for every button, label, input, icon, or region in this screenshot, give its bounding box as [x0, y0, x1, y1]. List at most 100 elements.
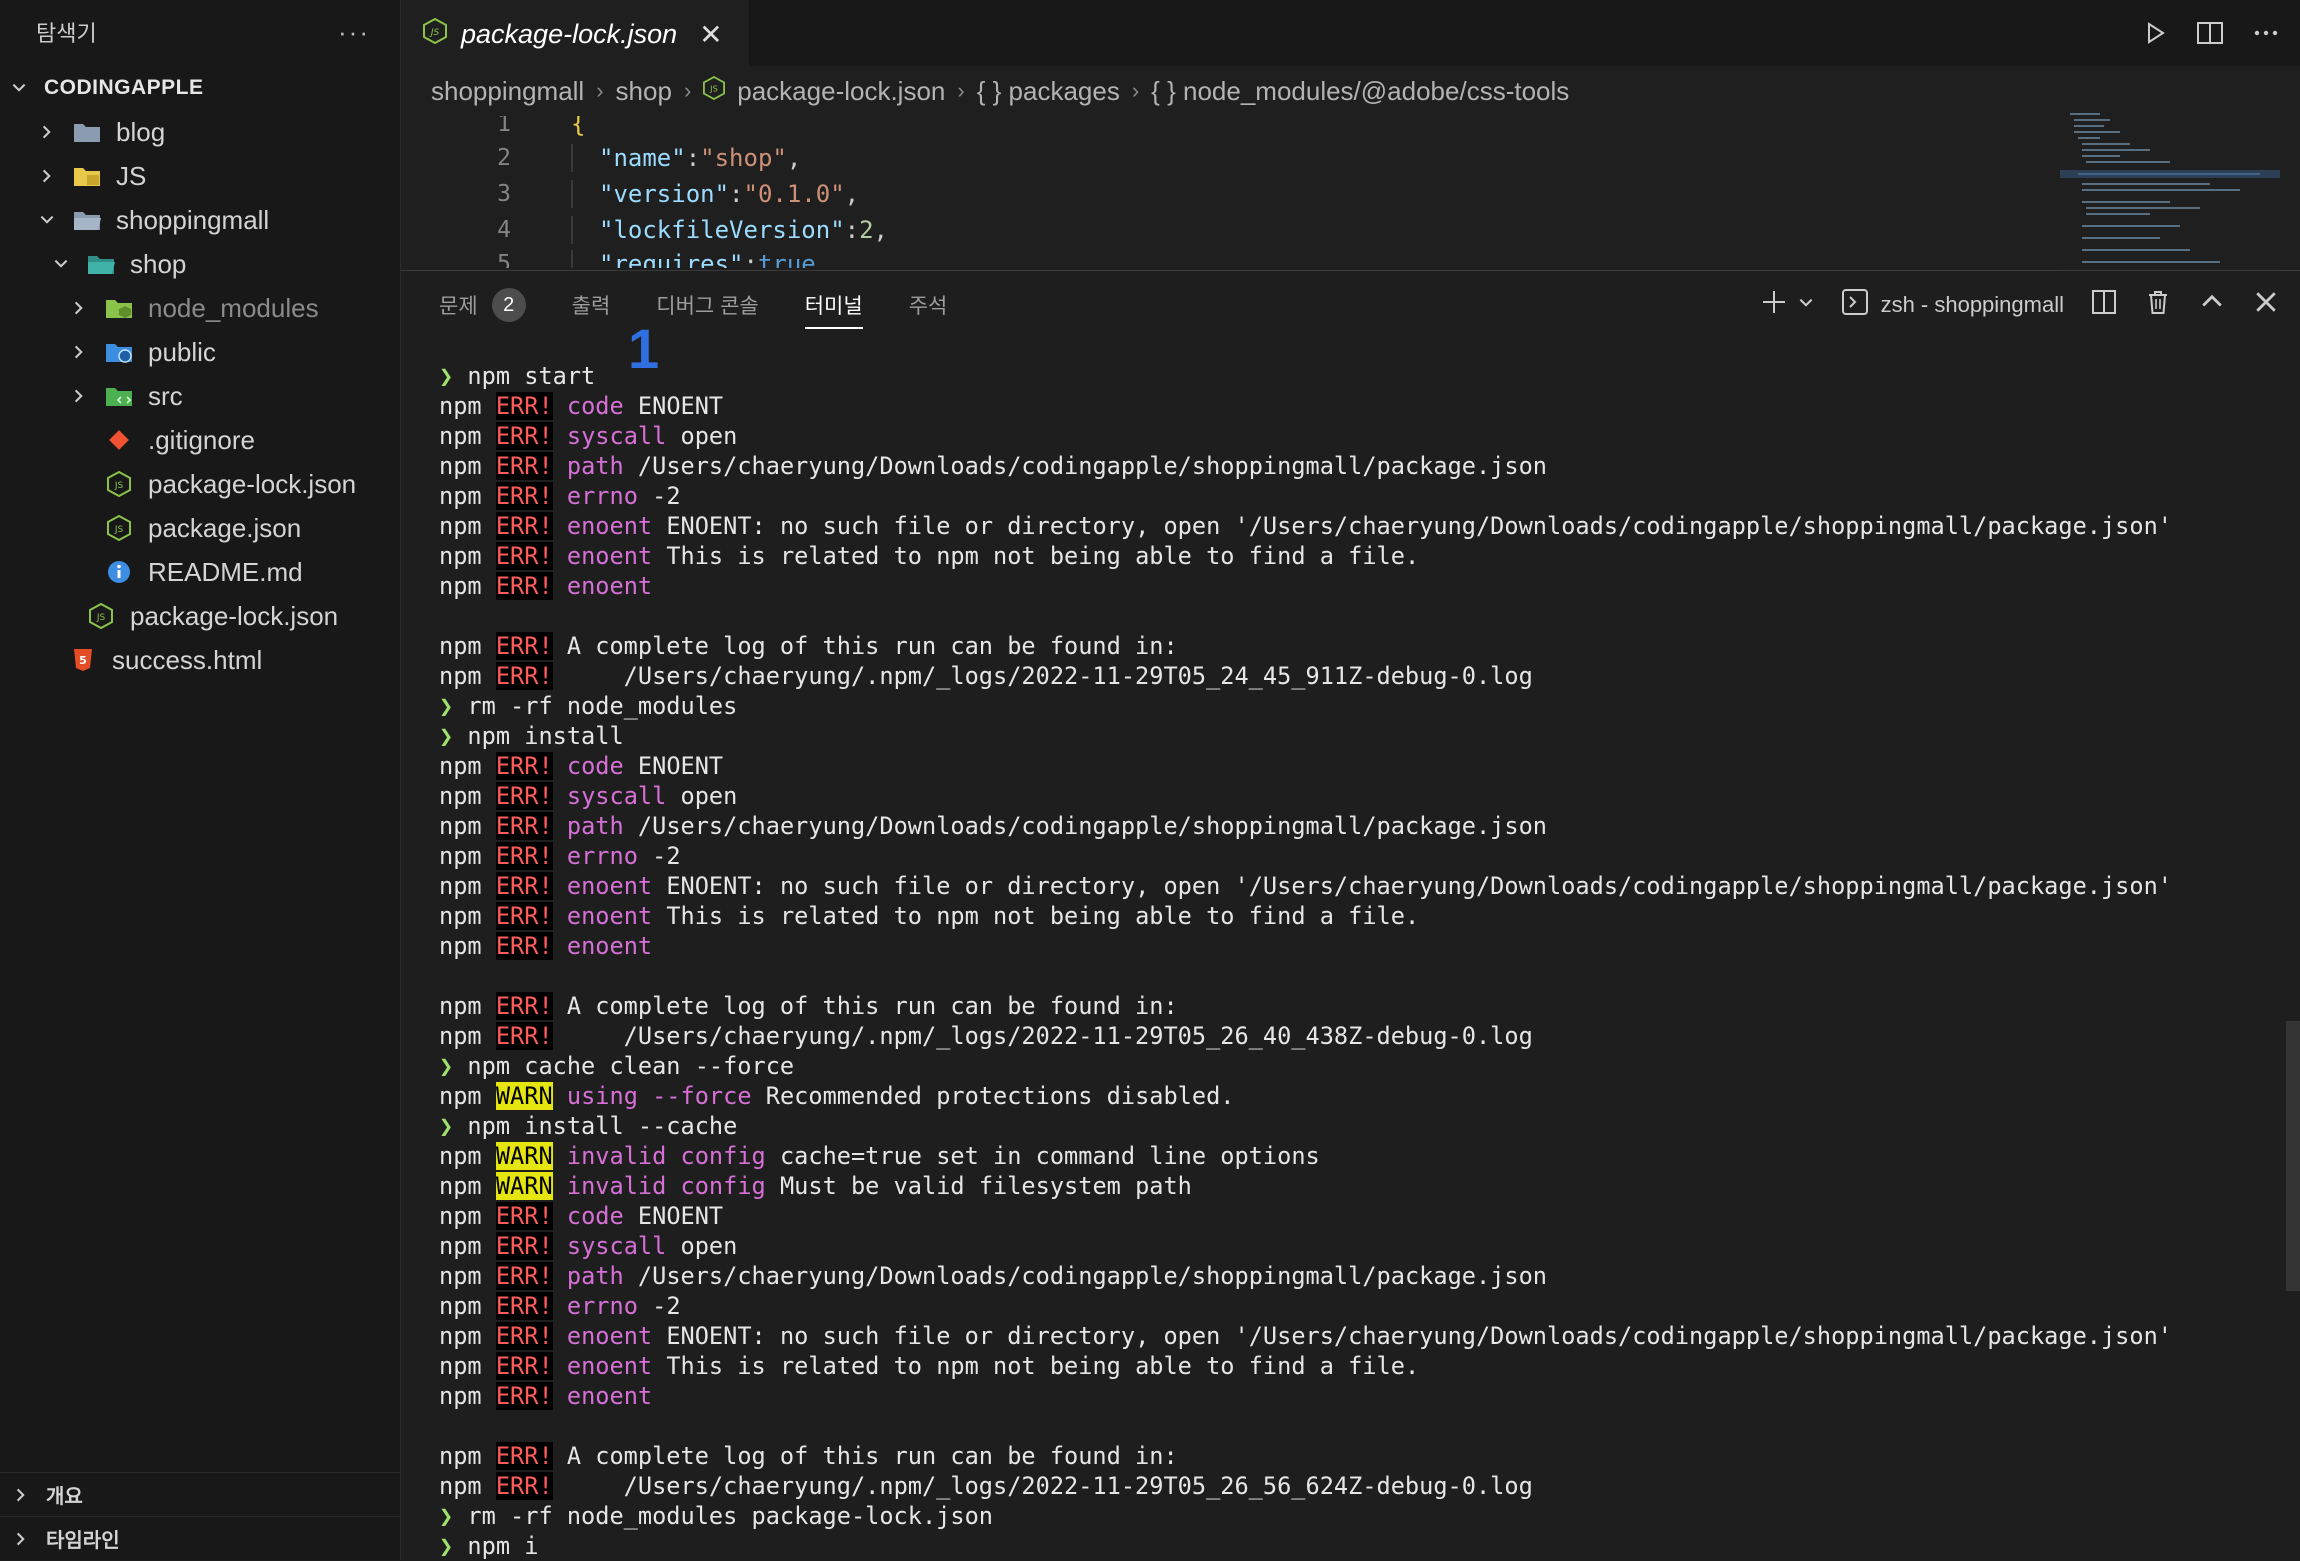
tree-item-shop[interactable]: shop: [0, 242, 400, 286]
err-tag: ERR!: [495, 662, 553, 690]
panel-actions: zsh - shoppingmall: [1759, 271, 2280, 339]
breadcrumb-item[interactable]: { } packages: [977, 76, 1120, 107]
code-line: 5 "requires": true,: [401, 246, 2300, 268]
line-number: 3: [497, 181, 511, 207]
err-tag: ERR!: [495, 572, 553, 600]
chevron-right-icon: [68, 297, 90, 319]
terminal-line: npm ERR! /Users/chaeryung/.npm/_logs/202…: [439, 661, 2260, 691]
err-message: open: [666, 1232, 738, 1260]
tab-debug-console[interactable]: 디버그 콘솔: [656, 271, 758, 339]
svg-text:JS: JS: [709, 83, 718, 93]
terminal-output[interactable]: ❯ npm start npm ERR! code ENOENT npm ERR! …: [439, 361, 2260, 1561]
tree-item-public[interactable]: public: [0, 330, 400, 374]
err-tag: ERR!: [495, 812, 553, 840]
tab-problems[interactable]: 문제 2: [439, 271, 526, 339]
tab-comments[interactable]: 주석: [909, 271, 948, 339]
node-folder-icon: [104, 295, 134, 321]
trash-icon[interactable]: [2144, 288, 2172, 322]
node-js-icon: JS: [86, 603, 116, 629]
close-panel-icon[interactable]: [2252, 288, 2280, 322]
breadcrumb-item[interactable]: { } node_modules/@adobe/css-tools: [1151, 76, 1569, 107]
npm-prefix: npm: [439, 542, 496, 570]
err-key: code: [566, 752, 624, 780]
command-text: npm cache clean --force: [467, 1052, 795, 1080]
split-editor-icon[interactable]: [2196, 20, 2224, 46]
terminal-line: npm ERR! enoent: [439, 931, 2260, 961]
maximize-panel-icon[interactable]: [2198, 288, 2226, 322]
terminal-selector[interactable]: zsh - shoppingmall: [1841, 288, 2064, 322]
npm-prefix: npm: [439, 1472, 496, 1500]
tree-item-shoppingmall[interactable]: shoppingmall: [0, 198, 400, 242]
chevron-down-icon[interactable]: [1797, 292, 1815, 318]
tree-root-codingapple[interactable]: CODINGAPPLE: [0, 66, 400, 110]
svg-text:JS: JS: [114, 525, 124, 535]
terminal-line: npm ERR! errno -2: [439, 481, 2260, 511]
minimap[interactable]: [2060, 110, 2280, 270]
err-key: code: [566, 392, 624, 420]
tree-item-package-json[interactable]: JS package.json: [0, 506, 400, 550]
tab-terminal[interactable]: 터미널: [804, 271, 863, 339]
err-message: A complete log of this run can be found …: [552, 1442, 1178, 1470]
terminal-line: npm ERR! enoent This is related to npm n…: [439, 901, 2260, 931]
err-key: path: [566, 452, 624, 480]
tree-item-js[interactable]: JS: [0, 154, 400, 198]
tree-item-src[interactable]: src: [0, 374, 400, 418]
timeline-section[interactable]: 타임라인: [0, 1516, 400, 1560]
command-text: npm install: [467, 722, 624, 750]
terminal-line: ❯ npm install: [439, 721, 2260, 751]
breadcrumb-item[interactable]: package-lock.json: [737, 76, 945, 107]
warn-tag: WARN: [495, 1082, 553, 1110]
json-value: true: [757, 250, 816, 268]
outline-section[interactable]: 개요: [0, 1472, 400, 1516]
tree-item-gitignore[interactable]: .gitignore: [0, 418, 400, 462]
code-editor[interactable]: 1 { 2 "name": "shop", 3 "version": "0.1.…: [401, 116, 2300, 268]
tree-item-readme[interactable]: README.md: [0, 550, 400, 594]
err-key: enoent: [566, 1322, 653, 1350]
prompt-symbol: ❯: [439, 1532, 468, 1560]
outline-label: 개요: [46, 1486, 83, 1508]
more-actions-icon[interactable]: [2252, 20, 2280, 46]
terminal-line: ❯ rm -rf node_modules package-lock.json: [439, 1501, 2260, 1531]
terminal-scrollbar[interactable]: [2286, 1021, 2300, 1291]
npm-prefix: npm: [439, 1262, 496, 1290]
tab-package-lock-json[interactable]: JS package-lock.json ✕: [401, 0, 749, 66]
npm-prefix: npm: [439, 932, 496, 960]
terminal-line: npm ERR! /Users/chaeryung/.npm/_logs/202…: [439, 1021, 2260, 1051]
command-text: rm -rf node_modules: [467, 692, 738, 720]
tree-item-success-html[interactable]: 5 success.html: [0, 638, 400, 682]
folder-open-icon: [86, 251, 116, 277]
tree-item-label: src: [148, 380, 183, 411]
folder-icon: [72, 119, 102, 145]
split-terminal-icon[interactable]: [2090, 288, 2118, 322]
breadcrumb-item[interactable]: shop: [616, 76, 672, 107]
prompt-symbol: ❯: [439, 692, 468, 720]
npm-prefix: npm: [439, 782, 496, 810]
chevron-right-icon: ›: [683, 78, 692, 103]
tab-output[interactable]: 출력: [572, 271, 611, 339]
err-key: enoent: [566, 542, 653, 570]
tree-item-package-lock-json-root[interactable]: JS package-lock.json: [0, 594, 400, 638]
warn-message: Must be valid filesystem path: [765, 1172, 1192, 1200]
breadcrumb-item[interactable]: shoppingmall: [431, 76, 584, 107]
new-terminal-icon[interactable]: [1759, 287, 1789, 323]
tree-item-package-lock-json[interactable]: JS package-lock.json: [0, 462, 400, 506]
err-key: enoent: [566, 932, 653, 960]
main-area: JS package-lock.json ✕ shoppingmall › sh…: [401, 0, 2300, 1560]
tree-item-label: JS: [116, 160, 147, 191]
more-actions-icon[interactable]: ···: [338, 17, 370, 48]
npm-prefix: npm: [439, 1172, 496, 1200]
terminal-line: npm ERR! A complete log of this run can …: [439, 991, 2260, 1021]
terminal-line: ❯ npm cache clean --force: [439, 1051, 2260, 1081]
tree-item-label: README.md: [148, 556, 303, 587]
tree-item-blog[interactable]: blog: [0, 110, 400, 154]
html-icon: 5: [68, 647, 98, 673]
close-icon[interactable]: ✕: [699, 18, 722, 51]
terminal-line: ❯ npm start: [439, 361, 2260, 391]
run-icon[interactable]: [2142, 20, 2168, 46]
tree-item-node-modules[interactable]: node_modules: [0, 286, 400, 330]
